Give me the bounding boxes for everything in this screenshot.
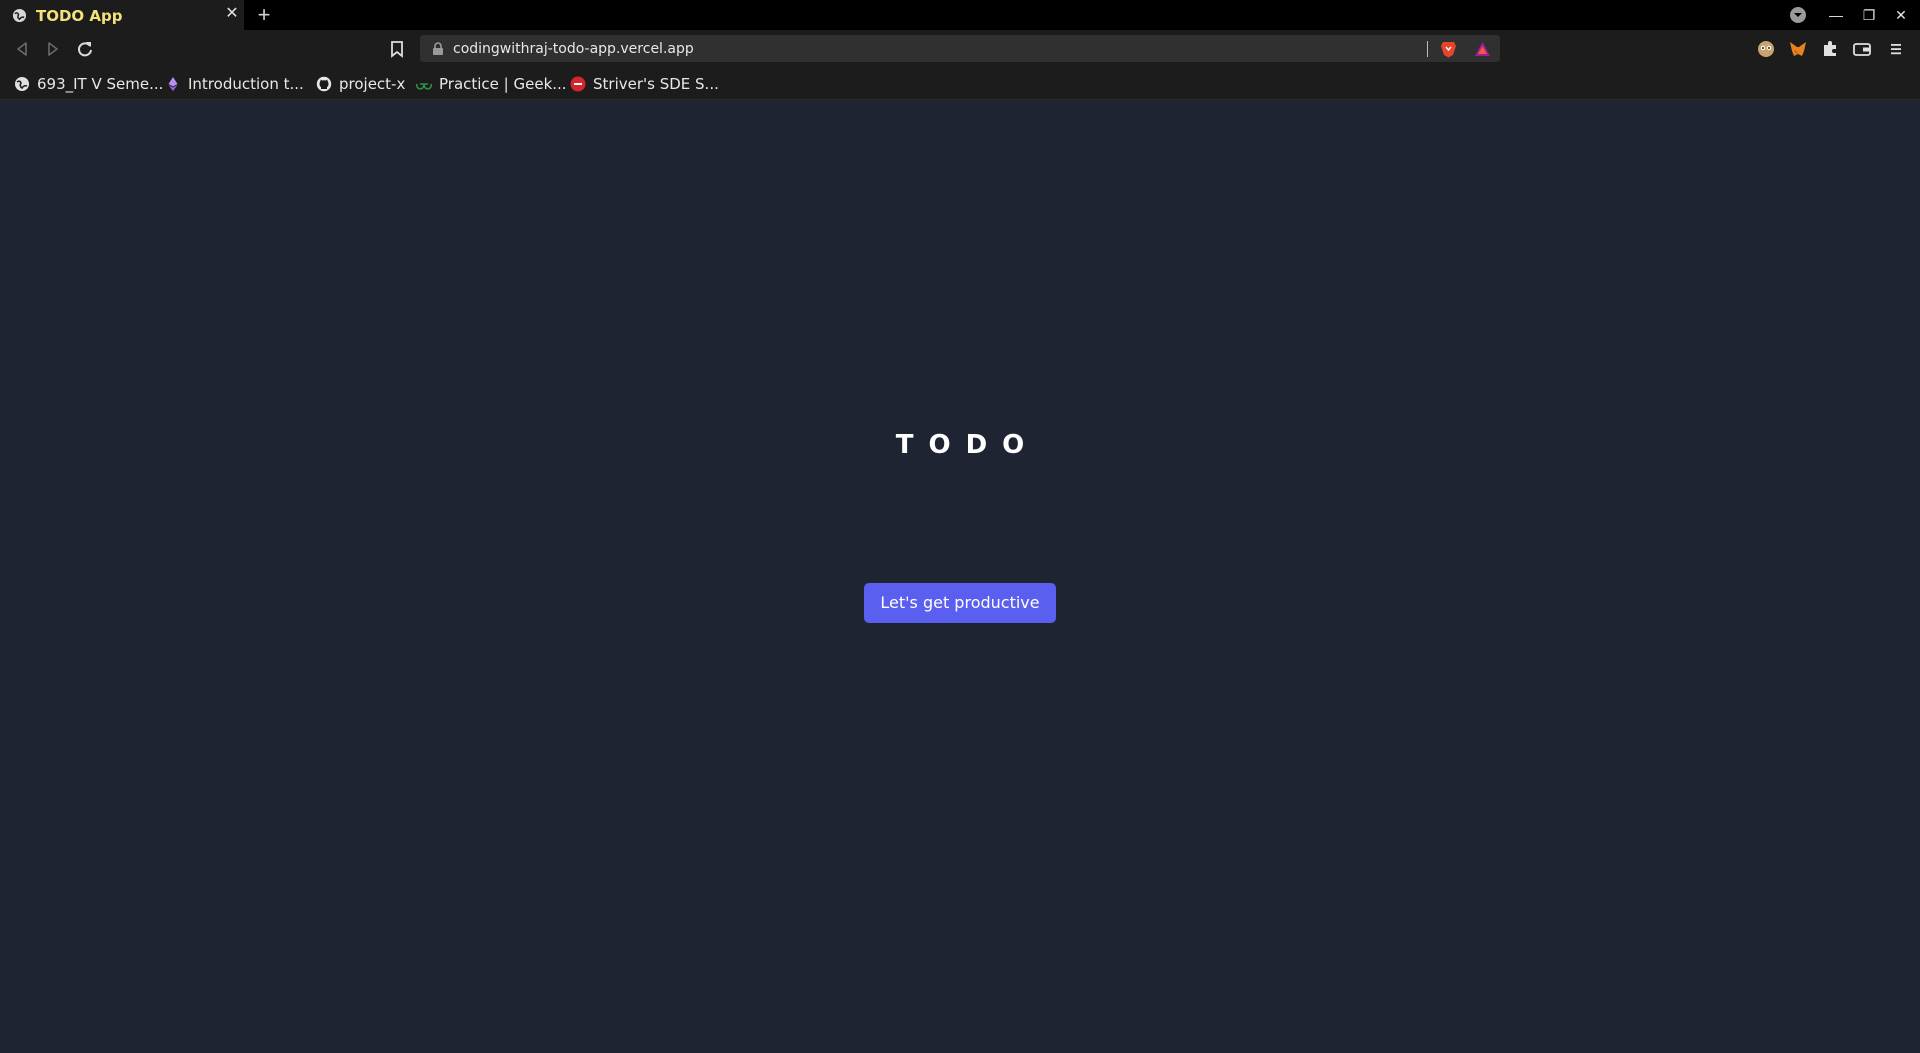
- get-started-button[interactable]: Let's get productive: [864, 583, 1056, 623]
- bookmark-label: Introduction t...: [188, 75, 304, 93]
- page-content: [0, 101, 1920, 1053]
- extensions-icon[interactable]: [1820, 39, 1840, 59]
- bookmark-label: 693_IT V Seme...: [37, 75, 164, 93]
- close-window-button[interactable]: ✕: [1892, 6, 1910, 24]
- forward-icon[interactable]: [42, 38, 64, 60]
- ethereum-icon: [168, 77, 178, 91]
- bookmark-item[interactable]: Practice | Geek...: [416, 74, 567, 94]
- github-icon: [316, 76, 332, 92]
- lock-icon[interactable]: [432, 42, 444, 55]
- bookmark-label: Practice | Geek...: [439, 75, 567, 93]
- maximize-button[interactable]: ❐: [1860, 6, 1878, 24]
- brave-rewards-icon[interactable]: [1474, 41, 1491, 57]
- chevron-down-circle-icon[interactable]: [1789, 6, 1807, 24]
- bookmark-item[interactable]: Introduction t...: [165, 74, 304, 94]
- profile-extension-icon[interactable]: [1756, 39, 1776, 59]
- tab-title: TODO App: [36, 7, 123, 25]
- reload-icon[interactable]: [74, 38, 96, 60]
- new-tab-button[interactable]: +: [254, 4, 274, 26]
- globe-icon: [15, 77, 29, 91]
- tab-close-icon[interactable]: ✕: [224, 6, 240, 22]
- browser-tab[interactable]: TODO App ✕: [0, 0, 244, 30]
- bookmark-item[interactable]: project-x: [316, 74, 405, 94]
- url-divider: [1427, 41, 1428, 57]
- wallet-icon[interactable]: [1852, 39, 1872, 59]
- page-title: TODO: [895, 430, 1040, 460]
- metamask-icon[interactable]: [1788, 39, 1808, 59]
- globe-icon: [12, 8, 27, 23]
- geeksforgeeks-icon: [416, 83, 432, 90]
- bookmarks-bar: 693_IT V Seme... Introduction t... proje…: [0, 67, 1920, 100]
- bookmark-item[interactable]: 693_IT V Seme...: [14, 74, 163, 94]
- browser-toolbar: codingwithraj-todo-app.vercel.app: [0, 30, 1920, 67]
- bookmark-icon[interactable]: [387, 38, 407, 60]
- minimize-button[interactable]: —: [1827, 6, 1845, 24]
- address-bar[interactable]: codingwithraj-todo-app.vercel.app: [420, 35, 1500, 62]
- back-icon[interactable]: [11, 38, 33, 60]
- bookmark-label: Striver's SDE S...: [593, 75, 719, 93]
- takeuforward-icon: [570, 76, 586, 92]
- bookmark-label: project-x: [339, 75, 406, 93]
- bookmark-item[interactable]: Striver's SDE S...: [570, 74, 719, 94]
- url-text[interactable]: codingwithraj-todo-app.vercel.app: [453, 41, 694, 57]
- brave-shields-icon[interactable]: [1440, 40, 1457, 58]
- window-titlebar: TODO App ✕ + — ❐ ✕: [0, 0, 1920, 30]
- menu-icon[interactable]: [1886, 39, 1906, 59]
